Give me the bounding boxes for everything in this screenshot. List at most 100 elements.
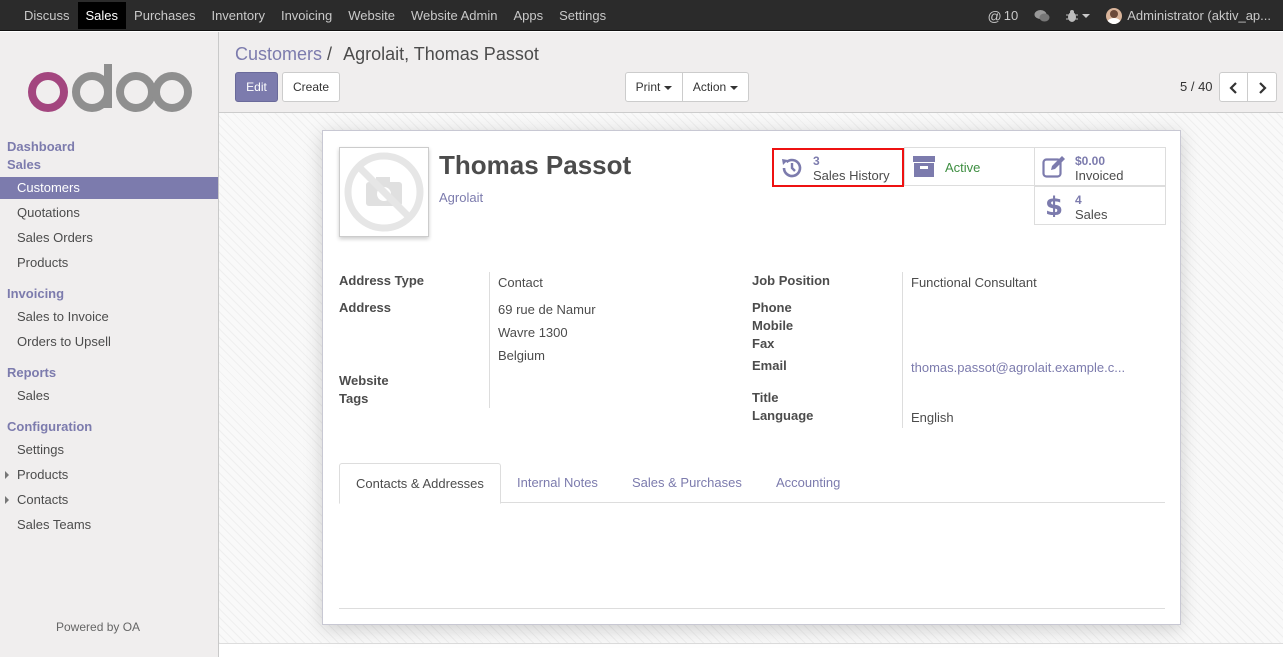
- user-name: Administrator (aktiv_ap...: [1127, 8, 1271, 23]
- breadcrumb-current: Agrolait, Thomas Passot: [343, 44, 539, 64]
- sidebar-dashboard[interactable]: Dashboard: [7, 139, 75, 154]
- sidebar-item-sales-teams[interactable]: Sales Teams: [0, 514, 218, 536]
- archive-icon: [913, 156, 935, 177]
- tab-contacts-addresses[interactable]: Contacts & Addresses: [339, 463, 501, 504]
- breadcrumb-separator: /: [327, 44, 333, 64]
- app-menu: Discuss Sales Purchases Inventory Invoic…: [16, 0, 614, 31]
- breadcrumb: Customers / Agrolait, Thomas Passot: [235, 44, 539, 65]
- email-link[interactable]: thomas.passot@agrolait.example.c...: [911, 360, 1125, 375]
- mobile-label: Mobile: [752, 318, 794, 333]
- sidebar-item-config-products[interactable]: Products: [0, 464, 218, 486]
- partner-name: Thomas Passot: [439, 150, 632, 180]
- field-separator: [489, 272, 490, 408]
- footer-area: [219, 643, 1283, 657]
- chevron-down-icon: [664, 85, 673, 90]
- debug-button[interactable]: [1058, 9, 1098, 23]
- language-value: English: [911, 410, 954, 425]
- invoiced-label: Invoiced: [1075, 168, 1124, 183]
- active-toggle-button[interactable]: Active: [904, 147, 1035, 186]
- address-street: 69 rue de Namur: [498, 302, 596, 317]
- history-icon: [782, 158, 802, 178]
- sidebar-item-sales-orders[interactable]: Sales Orders: [0, 227, 218, 249]
- menu-inventory[interactable]: Inventory: [203, 2, 272, 29]
- no-image-camera-icon: [344, 152, 424, 232]
- pager-next-button[interactable]: [1247, 72, 1277, 102]
- address-type-label: Address Type: [339, 273, 425, 288]
- sidebar-section-invoicing: Invoicing: [7, 286, 65, 301]
- field-separator: [902, 272, 903, 428]
- website-label: Website: [339, 373, 389, 388]
- menu-invoicing[interactable]: Invoicing: [273, 2, 340, 29]
- caret-right-icon: [5, 471, 9, 479]
- tab-accounting[interactable]: Accounting: [760, 463, 856, 504]
- sidebar-item-sales-to-invoice[interactable]: Sales to Invoice: [0, 306, 218, 328]
- chevron-right-icon: [1259, 82, 1267, 94]
- menu-website[interactable]: Website: [340, 2, 403, 29]
- create-button[interactable]: Create: [282, 72, 340, 102]
- mentions-count: 10: [1003, 8, 1019, 23]
- odoo-logo: [28, 64, 192, 112]
- breadcrumb-customers[interactable]: Customers: [235, 44, 322, 64]
- menu-purchases[interactable]: Purchases: [126, 2, 203, 29]
- avatar: [1106, 7, 1123, 24]
- phone-label: Phone: [752, 300, 792, 315]
- chevron-left-icon: [1228, 82, 1237, 94]
- sales-count-button[interactable]: $ 4 Sales: [1034, 186, 1166, 225]
- edit-icon: [1042, 156, 1065, 178]
- edit-button[interactable]: Edit: [235, 72, 278, 102]
- chevron-down-icon: [1082, 13, 1091, 18]
- pager-previous-button[interactable]: [1219, 72, 1248, 102]
- address-type-value: Contact: [498, 275, 543, 290]
- control-panel: Customers / Agrolait, Thomas Passot: [219, 32, 1283, 113]
- mentions-button[interactable]: @ 10: [980, 8, 1027, 24]
- bug-icon: [1066, 9, 1079, 22]
- notebook-tabs: Contacts & Addresses Internal Notes Sale…: [339, 463, 1165, 504]
- sidebar-item-quotations[interactable]: Quotations: [0, 202, 218, 224]
- menu-settings[interactable]: Settings: [551, 2, 614, 29]
- partner-company-link[interactable]: Agrolait: [439, 190, 483, 205]
- address-country: Belgium: [498, 348, 545, 363]
- job-position-value: Functional Consultant: [911, 275, 1037, 290]
- print-button[interactable]: Print: [625, 72, 683, 102]
- tags-label: Tags: [339, 391, 369, 406]
- top-navbar: Discuss Sales Purchases Inventory Invoic…: [0, 0, 1283, 31]
- menu-sales[interactable]: Sales: [77, 2, 127, 29]
- chat-button[interactable]: [1026, 9, 1058, 23]
- caret-right-icon: [5, 496, 9, 504]
- powered-by[interactable]: Powered by OA: [56, 620, 140, 634]
- pager-value[interactable]: 5 / 40: [1180, 79, 1213, 94]
- at-icon: @: [987, 7, 1002, 24]
- sidebar-section-configuration: Configuration: [7, 419, 93, 434]
- systray: @ 10 Administrator (aktiv_ap...: [980, 0, 1283, 31]
- invoiced-button[interactable]: $0.00 Invoiced: [1034, 147, 1166, 186]
- sidebar-item-settings[interactable]: Settings: [0, 439, 218, 461]
- tab-content-divider: [339, 608, 1165, 609]
- sidebar-item-products[interactable]: Products: [0, 252, 218, 274]
- svg-text:$: $: [1045, 193, 1063, 217]
- tab-sales-purchases[interactable]: Sales & Purchases: [616, 463, 758, 504]
- action-button[interactable]: Action: [682, 72, 749, 102]
- sales-label: Sales: [1075, 207, 1108, 222]
- title-label: Title: [752, 390, 779, 405]
- language-label: Language: [752, 408, 814, 423]
- sidebar-section-sales: Sales: [7, 157, 41, 172]
- user-menu[interactable]: Administrator (aktiv_ap...: [1098, 7, 1283, 24]
- sidebar-item-contacts[interactable]: Contacts: [0, 489, 218, 511]
- invoiced-amount: $0.00: [1075, 154, 1106, 168]
- sales-history-button[interactable]: 3 Sales History: [772, 148, 904, 187]
- partner-image[interactable]: [339, 147, 429, 237]
- sidebar-item-orders-to-upsell[interactable]: Orders to Upsell: [0, 331, 218, 353]
- tab-internal-notes[interactable]: Internal Notes: [501, 463, 614, 504]
- menu-apps[interactable]: Apps: [505, 2, 551, 29]
- menu-discuss[interactable]: Discuss: [16, 2, 78, 29]
- sidebar-item-reports-sales[interactable]: Sales: [0, 385, 218, 407]
- email-label: Email: [752, 358, 787, 373]
- fax-label: Fax: [752, 336, 775, 351]
- dollar-icon: $: [1045, 193, 1063, 217]
- form-sheet: Thomas Passot Agrolait 3 Sales History A…: [322, 130, 1181, 625]
- job-position-label: Job Position: [752, 273, 830, 288]
- menu-website-admin[interactable]: Website Admin: [403, 2, 505, 29]
- active-label: Active: [945, 160, 981, 175]
- sidebar-item-customers[interactable]: Customers: [0, 177, 218, 199]
- sidebar: Dashboard Sales Customers Quotations Sal…: [0, 32, 219, 657]
